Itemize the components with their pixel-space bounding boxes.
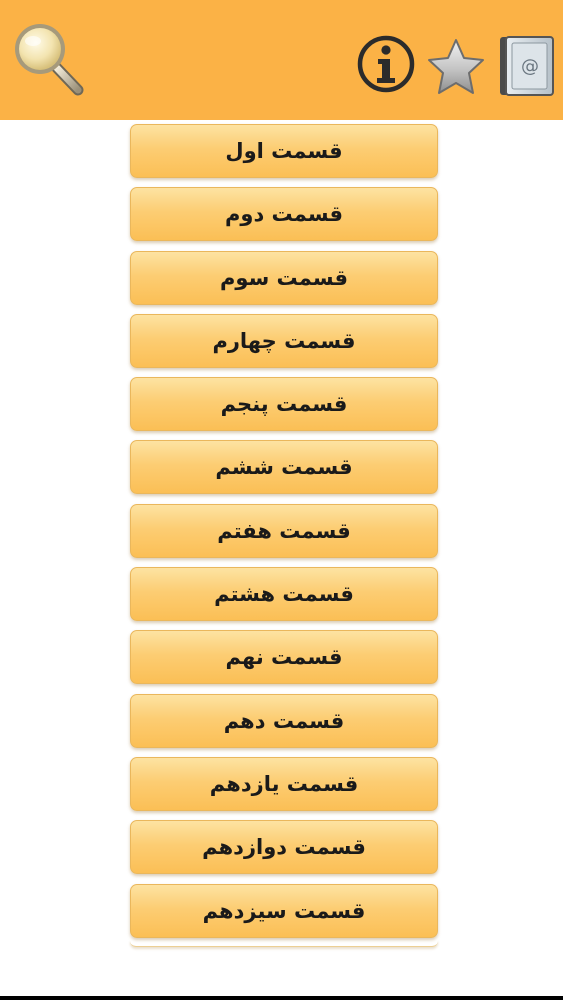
list-item-label: قسمت پنجم: [220, 392, 348, 417]
list-item[interactable]: قسمت هفتم: [130, 503, 438, 558]
info-icon[interactable]: [356, 34, 416, 94]
list-item-label: قسمت یازدهم: [209, 771, 359, 796]
list-item-label: قسمت دهم: [223, 708, 345, 733]
list-item[interactable]: قسمت چهارم: [130, 313, 438, 368]
list-item[interactable]: قسمت دهم: [130, 693, 438, 748]
list-item[interactable]: قسمت دوم: [130, 187, 438, 242]
list-item[interactable]: قسمت دوازدهم: [130, 820, 438, 875]
list-item[interactable]: قسمت نهم: [130, 630, 438, 685]
list-item[interactable]: قسمت ششم: [130, 440, 438, 495]
list-item-label: قسمت هفتم: [217, 518, 351, 543]
list-item-label: قسمت دوم: [225, 202, 343, 227]
list-item-label: قسمت ششم: [215, 455, 353, 480]
app-screen: @ قسمت اول قسمت دوم قسمت سوم قسمت چهارم …: [0, 0, 563, 1000]
list-item[interactable]: قسمت سیزدهم: [130, 883, 438, 938]
list-item[interactable]: قسمت اول: [130, 124, 438, 178]
search-icon[interactable]: [8, 18, 88, 98]
list-scroll-edge: [130, 940, 438, 947]
contact-book-icon[interactable]: @: [498, 34, 556, 98]
list-item[interactable]: قسمت پنجم: [130, 377, 438, 432]
list-item-label: قسمت دوازدهم: [202, 835, 366, 860]
top-toolbar: @: [0, 0, 563, 120]
list-item-label: قسمت سیزدهم: [202, 898, 366, 923]
bottom-edge: [0, 996, 563, 1000]
list-item[interactable]: قسمت هشتم: [130, 567, 438, 622]
list-item-label: قسمت سوم: [220, 265, 348, 290]
star-icon[interactable]: [424, 36, 488, 100]
list-item-label: قسمت هشتم: [214, 582, 354, 607]
list-item-label: قسمت اول: [225, 139, 343, 163]
list-item-label: قسمت چهارم: [212, 328, 356, 353]
contact-at-symbol: @: [521, 56, 539, 77]
sections-list: قسمت اول قسمت دوم قسمت سوم قسمت چهارم قس…: [130, 124, 438, 947]
list-item-label: قسمت نهم: [225, 645, 343, 670]
list-item[interactable]: قسمت یازدهم: [130, 756, 438, 811]
list-item[interactable]: قسمت سوم: [130, 250, 438, 305]
